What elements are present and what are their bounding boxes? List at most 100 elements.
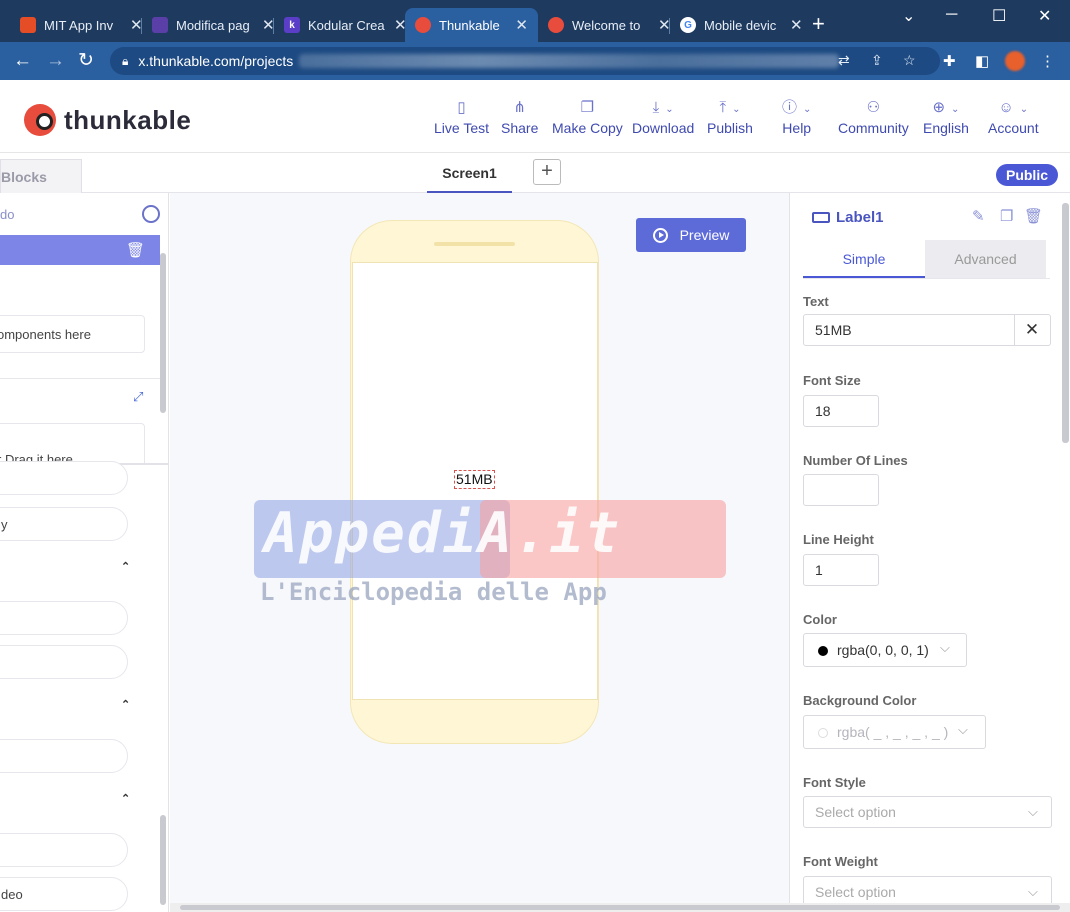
browser-tab-google[interactable]: G Mobile devic ✕ (670, 8, 813, 42)
text-input[interactable]: 51MB (803, 314, 1015, 346)
trash-icon[interactable]: 🗑︎ (126, 241, 145, 259)
preview-button[interactable]: Preview (636, 218, 746, 252)
nav-community[interactable]: ⚇ Community (838, 98, 909, 136)
scrollbar-thumb[interactable] (180, 905, 1060, 910)
collapse-icon[interactable]: ⌃ (121, 560, 130, 573)
google-icon: G (680, 17, 696, 33)
palette-item[interactable] (0, 461, 128, 495)
drag-zone[interactable]: r Drag it here (0, 423, 145, 463)
browser-tab-kodular[interactable]: k Kodular Crea ✕ (274, 8, 417, 42)
scrollbar[interactable] (160, 815, 166, 905)
tab-screen1[interactable]: Screen1 (427, 163, 512, 193)
trash-icon[interactable]: 🗑︎ (1024, 207, 1043, 225)
nav-share[interactable]: ⋔ Share (501, 98, 538, 136)
thunkable-logo[interactable]: thunkable (24, 104, 191, 136)
tab-blocks[interactable]: Blocks (0, 159, 82, 193)
palette-item[interactable] (0, 645, 128, 679)
nav-live-test[interactable]: ▯ Live Test (434, 98, 489, 136)
browser-tab-wordpress[interactable]: Modifica pag ✕ (142, 8, 285, 42)
nav-publish[interactable]: ⤒ ⌄ Publish (707, 98, 753, 136)
extensions-icon[interactable]: ✚ (943, 52, 956, 70)
nav-label: Community (838, 120, 909, 136)
lock-icon: 🔒︎ (122, 53, 129, 68)
palette-item[interactable]: deo (0, 877, 128, 911)
nav-english[interactable]: ⊕ ⌄ English (923, 98, 969, 136)
side-panel-icon[interactable]: ◧ (975, 52, 989, 70)
font-size-input[interactable]: 18 (803, 395, 879, 427)
components-panel: do 🗑︎ omponents here ⤢ r Drag it here y … (0, 193, 169, 912)
new-tab-button[interactable]: + (812, 12, 825, 36)
browser-tab-mit[interactable]: MIT App Inv ✕ (10, 8, 153, 42)
browser-tab-thunkable[interactable]: Thunkable ✕ (405, 8, 538, 42)
url-field[interactable]: 🔒︎ x.thunkable.com/projects (110, 47, 940, 75)
thunkable-icon (415, 17, 431, 33)
font-weight-placeholder: Select option (815, 884, 896, 900)
label-component-icon (812, 212, 830, 223)
color-picker[interactable]: rgba(0, 0, 0, 1) ⌵ (803, 633, 967, 667)
globe-icon: ⊕ ⌄ (932, 99, 960, 116)
back-icon[interactable]: ← (13, 51, 32, 71)
tab-advanced[interactable]: Advanced (925, 240, 1046, 278)
preview-label: Preview (679, 227, 730, 243)
translate-icon[interactable]: ⇄ (838, 52, 850, 69)
line-height-input[interactable]: 1 (803, 554, 879, 586)
profile-avatar[interactable] (1005, 51, 1025, 71)
play-icon (652, 227, 668, 243)
reload-icon[interactable]: ↻ (78, 51, 94, 71)
nav-make-copy[interactable]: ❐ Make Copy (552, 98, 623, 136)
share-page-icon[interactable]: ⇪ (871, 52, 883, 69)
palette-item[interactable] (0, 833, 128, 867)
close-icon[interactable]: ✕ (515, 16, 528, 34)
nav-label: Help (782, 120, 812, 136)
drop-zone[interactable]: omponents here (0, 315, 145, 353)
tab-title: Kodular Crea (308, 17, 385, 33)
background-color-picker[interactable]: rgba( _ , _ , _ , _ ) ⌵ (803, 715, 986, 749)
divider (0, 378, 160, 379)
info-icon: ⓘ ⌄ (782, 99, 812, 116)
forward-icon[interactable]: → (46, 51, 65, 71)
horizontal-scrollbar[interactable] (170, 903, 1070, 912)
logo-text: thunkable (64, 104, 192, 135)
minimize-icon[interactable]: ─ (946, 6, 957, 24)
chevron-down-icon: ⌵ (1028, 884, 1038, 899)
chevron-down-icon: ⌄ (665, 104, 674, 115)
phone-speaker (434, 242, 515, 246)
tab-search-icon[interactable]: ⌄ (902, 6, 915, 26)
tab-title: Thunkable (439, 17, 500, 33)
chevron-down-icon: ⌄ (803, 104, 812, 115)
close-window-icon[interactable]: ✕ (1038, 6, 1051, 26)
nav-download[interactable]: ⤓ ⌄ Download (632, 98, 694, 136)
duplicate-icon[interactable]: ❐ (1000, 207, 1013, 225)
edit-icon[interactable]: ✎ (972, 207, 985, 225)
color-swatch (818, 728, 828, 738)
settings-icon[interactable] (142, 205, 160, 223)
nav-account[interactable]: ☺ ⌄ Account (988, 98, 1039, 136)
nav-label: Live Test (434, 120, 489, 136)
expand-icon[interactable]: ⤢ (133, 389, 143, 405)
browser-menu-icon[interactable]: ⋮ (1040, 52, 1055, 70)
bookmark-star-icon[interactable]: ☆ (903, 52, 916, 69)
clear-text-button[interactable]: ✕ (1014, 314, 1051, 346)
palette-item[interactable] (0, 601, 128, 635)
tab-title: Mobile devic (704, 17, 777, 33)
nav-label: Share (501, 120, 539, 136)
close-icon[interactable]: ✕ (790, 16, 803, 34)
palette-item[interactable]: y (0, 507, 128, 541)
scrollbar[interactable] (1062, 203, 1069, 443)
collapse-icon[interactable]: ⌃ (121, 698, 130, 711)
palette-item[interactable] (0, 739, 128, 773)
collapse-icon[interactable]: ⌃ (121, 792, 130, 805)
number-of-lines-input[interactable] (803, 474, 879, 506)
label1-component[interactable]: 51MB (454, 470, 495, 489)
nav-label: English (923, 120, 969, 136)
selected-component-row[interactable]: 🗑︎ (0, 235, 160, 265)
nav-help[interactable]: ⓘ ⌄ Help (782, 98, 811, 136)
public-badge[interactable]: Public (996, 164, 1058, 186)
browser-tab-welcome[interactable]: Welcome to ✕ (538, 8, 681, 42)
add-screen-button[interactable]: + (533, 159, 561, 185)
text-label: Text (803, 294, 829, 309)
font-style-select[interactable]: Select option ⌵ (803, 796, 1052, 828)
tab-simple[interactable]: Simple (803, 240, 925, 278)
scrollbar[interactable] (160, 253, 166, 413)
maximize-icon[interactable]: ☐ (992, 6, 1006, 26)
